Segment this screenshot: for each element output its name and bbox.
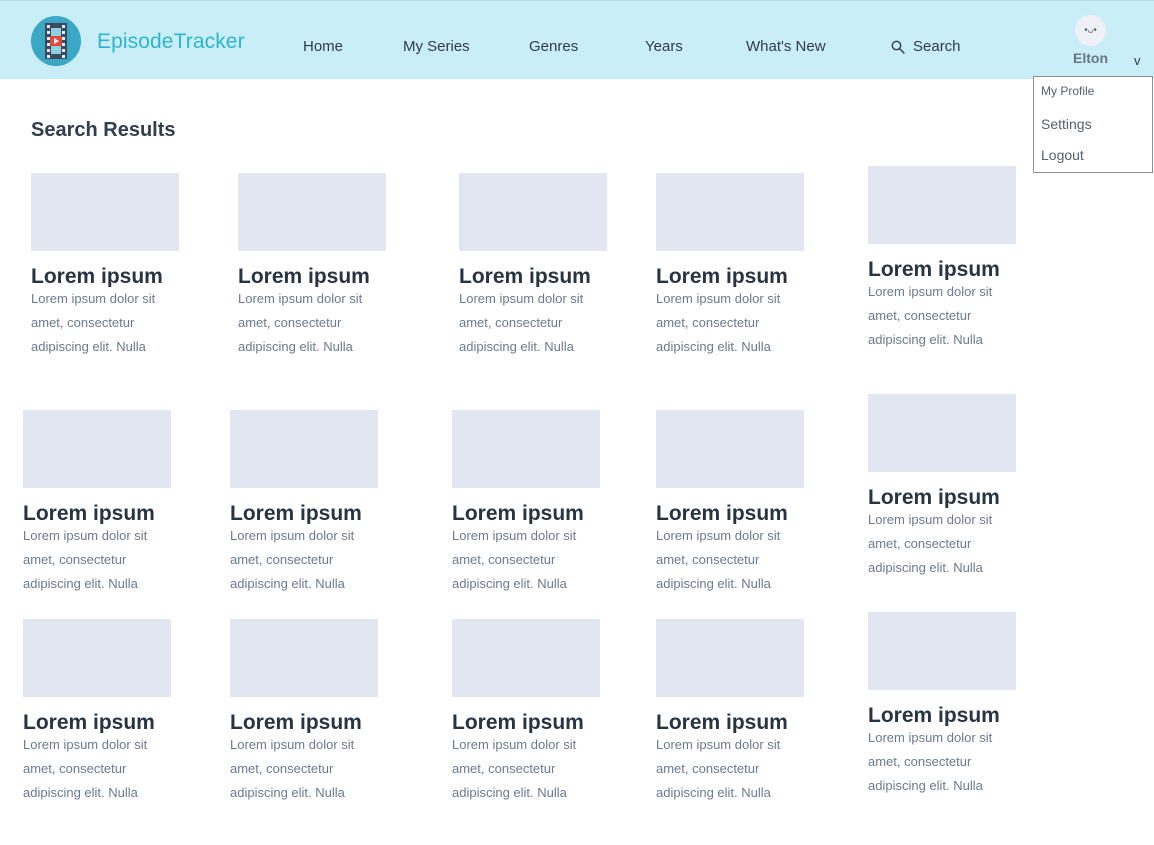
menu-item-logout[interactable]: Logout	[1041, 147, 1084, 163]
result-card[interactable]: Lorem ipsum Lorem ipsum dolor sit amet, …	[656, 410, 806, 596]
card-description: Lorem ipsum dolor sit amet, consectetur …	[23, 737, 148, 800]
card-description: Lorem ipsum dolor sit amet, consectetur …	[868, 284, 993, 347]
card-title[interactable]: Lorem ipsum	[656, 711, 806, 733]
card-title[interactable]: Lorem ipsum	[230, 502, 380, 524]
thumbnail-placeholder[interactable]	[656, 173, 804, 251]
nav-years[interactable]: Years	[645, 38, 683, 55]
card-title[interactable]: Lorem ipsum	[452, 711, 602, 733]
card-title[interactable]: Lorem ipsum	[868, 258, 1018, 280]
result-card[interactable]: Lorem ipsum Lorem ipsum dolor sit amet, …	[868, 166, 1018, 352]
result-card[interactable]: Lorem ipsum Lorem ipsum dolor sit amet, …	[23, 410, 173, 596]
chevron-down-icon[interactable]: v	[1134, 53, 1141, 68]
film-play-icon[interactable]	[31, 16, 81, 66]
card-description: Lorem ipsum dolor sit amet, consectetur …	[868, 512, 993, 575]
card-description: Lorem ipsum dolor sit amet, consectetur …	[868, 730, 993, 793]
card-title[interactable]: Lorem ipsum	[656, 502, 806, 524]
result-card[interactable]: Lorem ipsum Lorem ipsum dolor sit amet, …	[868, 612, 1018, 798]
thumbnail-placeholder[interactable]	[452, 410, 600, 488]
top-navbar: EpisodeTracker Home My Series Genres Yea…	[0, 0, 1154, 79]
result-card[interactable]: Lorem ipsum Lorem ipsum dolor sit amet, …	[230, 619, 380, 805]
user-menu: My Profile Settings Logout	[1033, 76, 1153, 173]
menu-item-settings[interactable]: Settings	[1041, 116, 1092, 132]
card-title[interactable]: Lorem ipsum	[31, 265, 181, 287]
card-title[interactable]: Lorem ipsum	[656, 265, 806, 287]
result-card[interactable]: Lorem ipsum Lorem ipsum dolor sit amet, …	[31, 173, 181, 359]
thumbnail-placeholder[interactable]	[868, 612, 1016, 690]
nav-home[interactable]: Home	[303, 38, 343, 55]
search-icon	[891, 40, 905, 54]
result-card[interactable]: Lorem ipsum Lorem ipsum dolor sit amet, …	[459, 173, 609, 359]
card-description: Lorem ipsum dolor sit amet, consectetur …	[656, 528, 781, 591]
result-card[interactable]: Lorem ipsum Lorem ipsum dolor sit amet, …	[230, 410, 380, 596]
result-card[interactable]: Lorem ipsum Lorem ipsum dolor sit amet, …	[452, 410, 602, 596]
card-description: Lorem ipsum dolor sit amet, consectetur …	[31, 291, 156, 354]
card-title[interactable]: Lorem ipsum	[452, 502, 602, 524]
thumbnail-placeholder[interactable]	[23, 619, 171, 697]
thumbnail-placeholder[interactable]	[868, 166, 1016, 244]
thumbnail-placeholder[interactable]	[452, 619, 600, 697]
search-link[interactable]: Search	[891, 38, 961, 55]
result-card[interactable]: Lorem ipsum Lorem ipsum dolor sit amet, …	[656, 619, 806, 805]
avatar[interactable]: •ᴗ•	[1075, 15, 1106, 46]
result-card[interactable]: Lorem ipsum Lorem ipsum dolor sit amet, …	[238, 173, 388, 359]
search-label: Search	[913, 38, 961, 55]
card-title[interactable]: Lorem ipsum	[459, 265, 609, 287]
card-description: Lorem ipsum dolor sit amet, consectetur …	[459, 291, 584, 354]
thumbnail-placeholder[interactable]	[238, 173, 386, 251]
thumbnail-placeholder[interactable]	[868, 394, 1016, 472]
menu-item-my-profile[interactable]: My Profile	[1041, 84, 1094, 98]
thumbnail-placeholder[interactable]	[656, 619, 804, 697]
card-description: Lorem ipsum dolor sit amet, consectetur …	[452, 737, 577, 800]
card-title[interactable]: Lorem ipsum	[868, 704, 1018, 726]
thumbnail-placeholder[interactable]	[459, 173, 607, 251]
thumbnail-placeholder[interactable]	[230, 410, 378, 488]
thumbnail-placeholder[interactable]	[23, 410, 171, 488]
card-title[interactable]: Lorem ipsum	[868, 486, 1018, 508]
result-card[interactable]: Lorem ipsum Lorem ipsum dolor sit amet, …	[868, 394, 1018, 580]
card-description: Lorem ipsum dolor sit amet, consectetur …	[230, 528, 355, 591]
card-description: Lorem ipsum dolor sit amet, consectetur …	[230, 737, 355, 800]
result-card[interactable]: Lorem ipsum Lorem ipsum dolor sit amet, …	[452, 619, 602, 805]
card-description: Lorem ipsum dolor sit amet, consectetur …	[656, 737, 781, 800]
card-description: Lorem ipsum dolor sit amet, consectetur …	[452, 528, 577, 591]
card-title[interactable]: Lorem ipsum	[23, 502, 173, 524]
card-title[interactable]: Lorem ipsum	[230, 711, 380, 733]
card-description: Lorem ipsum dolor sit amet, consectetur …	[23, 528, 148, 591]
result-card[interactable]: Lorem ipsum Lorem ipsum dolor sit amet, …	[656, 173, 806, 359]
card-description: Lorem ipsum dolor sit amet, consectetur …	[656, 291, 781, 354]
brand-name[interactable]: EpisodeTracker	[97, 30, 245, 54]
card-title[interactable]: Lorem ipsum	[23, 711, 173, 733]
thumbnail-placeholder[interactable]	[31, 173, 179, 251]
nav-my-series[interactable]: My Series	[403, 38, 470, 55]
thumbnail-placeholder[interactable]	[656, 410, 804, 488]
card-title[interactable]: Lorem ipsum	[238, 265, 388, 287]
nav-genres[interactable]: Genres	[529, 38, 578, 55]
nav-whats-new[interactable]: What's New	[746, 38, 826, 55]
user-name[interactable]: Elton	[1073, 50, 1108, 66]
card-description: Lorem ipsum dolor sit amet, consectetur …	[238, 291, 363, 354]
page-title: Search Results	[31, 119, 176, 141]
thumbnail-placeholder[interactable]	[230, 619, 378, 697]
result-card[interactable]: Lorem ipsum Lorem ipsum dolor sit amet, …	[23, 619, 173, 805]
